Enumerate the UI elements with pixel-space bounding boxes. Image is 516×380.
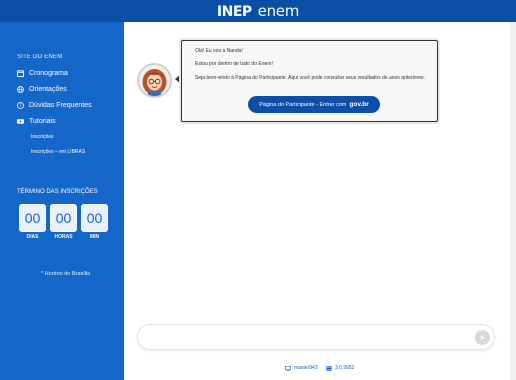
sidebar-heading: SITE DO ENEM xyxy=(17,54,63,60)
sidebar-item-duvidas-frequentes[interactable]: ? Dúvidas Frequentes xyxy=(17,102,92,109)
sidebar-subitem-inscricoes-libras[interactable]: Inscrições – em LIBRAS xyxy=(31,149,85,155)
monitor-icon xyxy=(285,365,291,371)
footer-version: 3.0.9952 xyxy=(326,365,354,371)
sidebar: SITE DO ENEM Cronograma Orientações ? Dú… xyxy=(0,22,124,380)
chat-input-container: ➤ xyxy=(137,324,495,350)
footer-version-text: 3.0.9952 xyxy=(335,365,355,371)
sidebar-item-label: Orientações xyxy=(29,86,67,93)
sidebar-item-orientacoes[interactable]: Orientações xyxy=(17,86,67,93)
help-circle-icon: ? xyxy=(17,102,24,109)
sidebar-item-tutoriais[interactable]: Tutoriais xyxy=(17,118,56,125)
countdown-days: 00 xyxy=(19,204,46,232)
chat-input[interactable] xyxy=(148,331,468,345)
sidebar-item-cronograma[interactable]: Cronograma xyxy=(17,70,68,77)
calendar-icon xyxy=(17,70,24,77)
footer-server: master943 xyxy=(285,365,318,371)
video-icon xyxy=(17,118,24,125)
logo-enem-text: enem xyxy=(257,2,300,20)
countdown-heading: TÉRMINO DAS INSCRIÇÕES xyxy=(17,189,98,195)
send-button[interactable]: ➤ xyxy=(475,330,490,345)
sidebar-item-label: Tutoriais xyxy=(29,118,56,125)
database-icon xyxy=(326,365,332,371)
govbr-brand: gov.br xyxy=(349,101,369,108)
participant-login-label: Página do Participante - Entrar com xyxy=(259,101,347,108)
message-intro: Estou por dentro de tudo do Enem! xyxy=(195,61,273,67)
top-bar: INEP enem xyxy=(0,0,516,22)
sidebar-subitem-inscricoes[interactable]: Inscrições xyxy=(31,134,54,140)
logo-inep-text: INEP xyxy=(216,4,252,20)
scrollbar-track[interactable] xyxy=(510,22,516,380)
participant-login-button[interactable]: Página do Participante - Entrar com gov.… xyxy=(248,96,380,113)
assistant-message: Olá! Eu sou a Nanda! Estou por dentro de… xyxy=(181,40,438,122)
send-icon: ➤ xyxy=(479,334,486,342)
countdown-days-label: DIAS xyxy=(26,234,39,240)
timezone-note: * Horário de Brasília xyxy=(41,271,91,277)
sidebar-item-label: Dúvidas Frequentes xyxy=(29,102,92,109)
countdown-minutes-label: MIN xyxy=(89,234,100,240)
countdown-hours-label: HORAS xyxy=(54,234,73,240)
countdown-minutes: 00 xyxy=(81,204,108,232)
countdown-hours: 00 xyxy=(50,204,77,232)
message-welcome: Seja bem-vindo à Página do Participante.… xyxy=(195,75,425,81)
sidebar-item-label: Cronograma xyxy=(29,70,68,77)
message-greeting: Olá! Eu sou a Nanda! xyxy=(195,48,243,54)
nanda-avatar xyxy=(137,63,172,98)
inep-enem-logo: INEP enem xyxy=(217,2,299,20)
globe-icon xyxy=(17,86,24,93)
footer-server-text: master943 xyxy=(294,365,318,371)
